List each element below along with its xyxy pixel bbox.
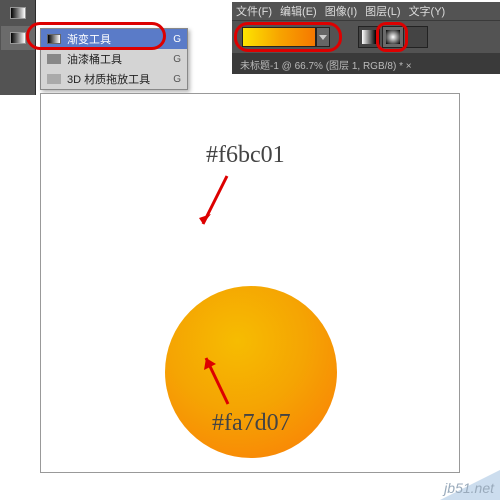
gradient-preview-picker[interactable] xyxy=(242,27,316,47)
tool-slot-1[interactable] xyxy=(1,1,35,25)
shortcut-key: G xyxy=(173,34,181,45)
crop-icon xyxy=(10,7,26,19)
shortcut-key: G xyxy=(173,54,181,65)
bucket-icon xyxy=(47,54,61,64)
menu-layer[interactable]: 图层(L) xyxy=(365,3,400,19)
gradient-radial-button[interactable] xyxy=(382,26,404,48)
tool-slot-3[interactable] xyxy=(1,51,35,75)
menu-file[interactable]: 文件(F) xyxy=(236,3,272,19)
color-label-top: #f6bc01 xyxy=(206,142,285,169)
document-tab[interactable]: 未标题-1 @ 66.7% (图层 1, RGB/8) * × xyxy=(240,57,412,72)
flyout-paint-bucket-tool[interactable]: 油漆桶工具 G xyxy=(41,49,187,69)
radial-gradient-icon xyxy=(386,30,400,44)
color-label-bottom: #fa7d07 xyxy=(212,410,291,437)
gradient-tool-button[interactable] xyxy=(1,26,35,50)
menu-text[interactable]: 文字(Y) xyxy=(409,3,446,19)
menu-bar: 文件(F) 编辑(E) 图像(I) 图层(L) 文字(Y) xyxy=(232,2,500,20)
linear-gradient-icon xyxy=(362,30,376,44)
angle-gradient-icon xyxy=(410,30,424,44)
cube-icon xyxy=(47,74,61,84)
flyout-3d-material-tool[interactable]: 3D 材质拖放工具 G xyxy=(41,69,187,89)
shortcut-key: G xyxy=(173,74,181,85)
chevron-down-icon xyxy=(319,35,327,40)
flyout-gradient-tool[interactable]: 渐变工具 G xyxy=(41,29,187,49)
gradient-dropdown[interactable] xyxy=(316,27,330,47)
options-bar xyxy=(232,20,500,54)
tool-flyout-menu: 渐变工具 G 油漆桶工具 G 3D 材质拖放工具 G xyxy=(40,28,188,90)
gradient-type-group xyxy=(358,26,428,48)
gradient-angle-button[interactable] xyxy=(406,26,428,48)
menu-edit[interactable]: 编辑(E) xyxy=(280,3,317,19)
tools-panel xyxy=(0,0,36,95)
gradient-icon xyxy=(47,34,61,44)
flyout-item-label: 油漆桶工具 xyxy=(67,51,122,67)
menu-image[interactable]: 图像(I) xyxy=(325,3,357,19)
document-tab-bar: 未标题-1 @ 66.7% (图层 1, RGB/8) * × xyxy=(232,54,500,74)
watermark: jb51.net xyxy=(444,480,494,496)
flyout-item-label: 3D 材质拖放工具 xyxy=(67,71,150,87)
gradient-linear-button[interactable] xyxy=(358,26,380,48)
gradient-icon xyxy=(10,32,26,44)
flyout-item-label: 渐变工具 xyxy=(67,31,111,47)
